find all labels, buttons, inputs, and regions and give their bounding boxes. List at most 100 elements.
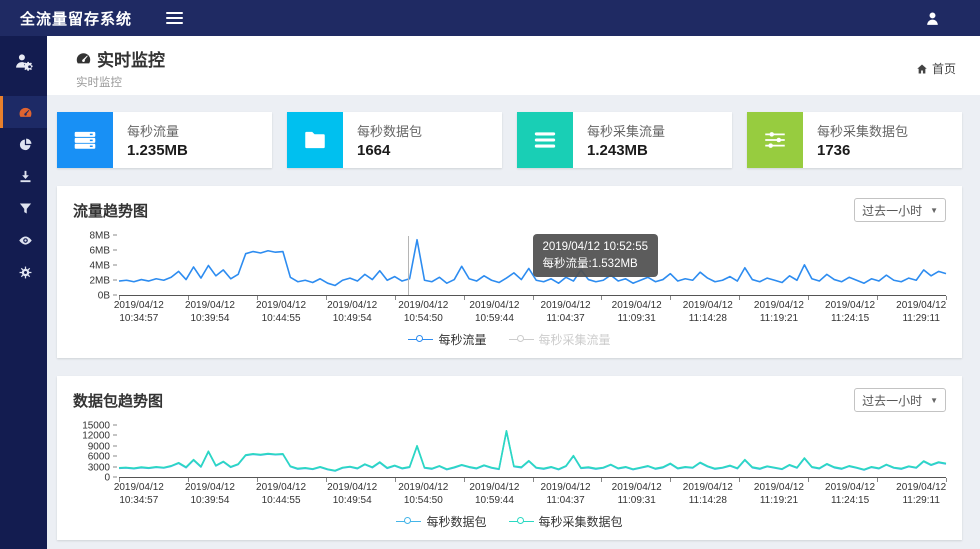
x-tick-label: 2019/04/1211:09:31 xyxy=(602,482,672,507)
traffic-trend-panel: 流量趋势图 过去一小时 ▼ 8MB6MB4MB2MB0B 2019/04/12 … xyxy=(57,186,962,358)
x-axis: 2019/04/1210:34:572019/04/1210:39:542019… xyxy=(119,296,946,328)
x-tick-label: 2019/04/1211:04:37 xyxy=(531,300,601,325)
stat-card-packets: 每秒数据包 1664 xyxy=(287,112,502,168)
y-axis: 8MB6MB4MB2MB0B xyxy=(73,236,119,296)
folder-icon xyxy=(302,127,328,153)
server-icon xyxy=(72,127,98,153)
x-tick-label: 2019/04/1211:29:11 xyxy=(886,482,956,507)
x-tick-label: 2019/04/1211:09:31 xyxy=(602,300,672,325)
x-tick-label: 2019/04/1210:54:50 xyxy=(388,300,458,325)
sidebar xyxy=(0,36,47,549)
main-content: 每秒流量 1.235MB 每秒数据包 1664 每秒采集流量 1.243MB xyxy=(47,95,980,549)
sliders-icon xyxy=(762,127,788,153)
plot-area[interactable] xyxy=(119,426,946,478)
chart-legend: 每秒数据包 每秒采集数据包 xyxy=(73,512,946,530)
legend-item[interactable]: 每秒采集数据包 xyxy=(509,513,623,530)
stat-label: 每秒采集数据包 xyxy=(817,121,908,140)
crosshair-line xyxy=(408,236,409,295)
series-line xyxy=(119,240,946,286)
app-brand: 全流量留存系统 xyxy=(0,8,154,29)
plot-area[interactable]: 2019/04/12 10:52:55 每秒流量:1.532MB xyxy=(119,236,946,296)
y-tick-label: 8MB xyxy=(89,231,117,242)
filter-icon xyxy=(18,201,33,216)
x-tick-label: 2019/04/1211:19:21 xyxy=(744,300,814,325)
stat-label: 每秒采集流量 xyxy=(587,121,665,140)
sidebar-item-settings[interactable] xyxy=(0,256,47,288)
x-tick-label: 2019/04/1211:14:28 xyxy=(673,300,743,325)
sidebar-menu xyxy=(0,96,47,288)
stat-value: 1.235MB xyxy=(127,142,188,159)
panel-title: 数据包趋势图 xyxy=(73,390,163,411)
stat-value: 1.243MB xyxy=(587,142,665,159)
dashboard-icon xyxy=(75,50,92,67)
breadcrumb-home[interactable]: 首页 xyxy=(932,60,956,77)
x-tick-label: 2019/04/1211:14:28 xyxy=(673,482,743,507)
eye-icon xyxy=(18,233,33,248)
user-icon[interactable] xyxy=(914,0,950,36)
stat-card-collected-packets: 每秒采集数据包 1736 xyxy=(747,112,962,168)
stats-row: 每秒流量 1.235MB 每秒数据包 1664 每秒采集流量 1.243MB xyxy=(57,112,962,168)
x-tick-label: 2019/04/1210:49:54 xyxy=(317,300,387,325)
x-tick-label: 2019/04/1210:59:44 xyxy=(459,300,529,325)
packet-trend-chart: 15000120009000600030000 2019/04/1210:34:… xyxy=(73,426,946,530)
panel-title: 流量趋势图 xyxy=(73,200,148,221)
chart-legend: 每秒流量 每秒采集流量 xyxy=(73,330,946,348)
x-tick-label: 2019/04/1210:59:44 xyxy=(459,482,529,507)
y-tick-label: 6000 xyxy=(88,452,117,463)
user-gear-icon[interactable] xyxy=(0,36,47,86)
stat-card-traffic: 每秒流量 1.235MB xyxy=(57,112,272,168)
gear-icon xyxy=(18,265,33,280)
stat-label: 每秒流量 xyxy=(127,121,188,140)
y-tick-label: 2MB xyxy=(89,276,117,287)
x-tick-label: 2019/04/1210:44:55 xyxy=(246,300,316,325)
traffic-trend-chart: 8MB6MB4MB2MB0B 2019/04/12 10:52:55 每秒流量:… xyxy=(73,236,946,348)
y-tick-label: 4MB xyxy=(89,261,117,272)
legend-item[interactable]: 每秒流量 xyxy=(408,331,486,348)
packet-trend-panel: 数据包趋势图 过去一小时 ▼ 15000120009000600030000 2… xyxy=(57,376,962,540)
x-tick-label: 2019/04/1211:04:37 xyxy=(531,482,601,507)
x-axis: 2019/04/1210:34:572019/04/1210:39:542019… xyxy=(119,478,946,510)
sidebar-item-analytics[interactable] xyxy=(0,128,47,160)
pie-chart-icon xyxy=(18,137,33,152)
x-tick-label: 2019/04/1210:39:54 xyxy=(175,300,245,325)
x-tick-label: 2019/04/1211:24:15 xyxy=(815,482,885,507)
home-icon xyxy=(916,63,928,75)
x-tick-label: 2019/04/1211:19:21 xyxy=(744,482,814,507)
stat-value: 1664 xyxy=(357,142,422,159)
y-tick-label: 15000 xyxy=(82,421,117,432)
y-tick-label: 12000 xyxy=(82,431,117,442)
x-tick-label: 2019/04/1210:49:54 xyxy=(317,482,387,507)
time-range-select[interactable]: 过去一小时 ▼ xyxy=(854,198,946,222)
stat-card-collected-traffic: 每秒采集流量 1.243MB xyxy=(517,112,732,168)
chevron-down-icon: ▼ xyxy=(930,396,938,405)
page-header: 实时监控 实时监控 首页 xyxy=(47,36,980,95)
hamburger-icon[interactable] xyxy=(154,0,194,36)
time-range-select[interactable]: 过去一小时 ▼ xyxy=(854,388,946,412)
legend-item[interactable]: 每秒采集流量 xyxy=(509,331,611,348)
x-tick-label: 2019/04/1211:29:11 xyxy=(886,300,956,325)
page-subtitle: 实时监控 xyxy=(76,74,980,90)
stat-label: 每秒数据包 xyxy=(357,121,422,140)
y-tick-label: 3000 xyxy=(88,462,117,473)
y-axis: 15000120009000600030000 xyxy=(73,426,119,478)
breadcrumb[interactable]: 首页 xyxy=(916,60,956,77)
y-tick-label: 9000 xyxy=(88,441,117,452)
chevron-down-icon: ▼ xyxy=(930,206,938,215)
series-line xyxy=(119,431,946,471)
sidebar-item-download[interactable] xyxy=(0,160,47,192)
x-tick-label: 2019/04/1210:54:50 xyxy=(388,482,458,507)
x-tick-label: 2019/04/1210:34:57 xyxy=(104,300,174,325)
stat-value: 1736 xyxy=(817,142,908,159)
legend-item[interactable]: 每秒数据包 xyxy=(396,513,486,530)
x-tick-label: 2019/04/1210:44:55 xyxy=(246,482,316,507)
sidebar-item-view[interactable] xyxy=(0,224,47,256)
x-tick-label: 2019/04/1210:34:57 xyxy=(104,482,174,507)
x-tick-label: 2019/04/1211:24:15 xyxy=(815,300,885,325)
sidebar-item-filter[interactable] xyxy=(0,192,47,224)
y-tick-label: 6MB xyxy=(89,246,117,257)
sidebar-item-dashboard[interactable] xyxy=(0,96,47,128)
x-tick-label: 2019/04/1210:39:54 xyxy=(175,482,245,507)
list-icon xyxy=(532,127,558,153)
top-navbar: 全流量留存系统 xyxy=(0,0,980,36)
download-icon xyxy=(18,169,33,184)
